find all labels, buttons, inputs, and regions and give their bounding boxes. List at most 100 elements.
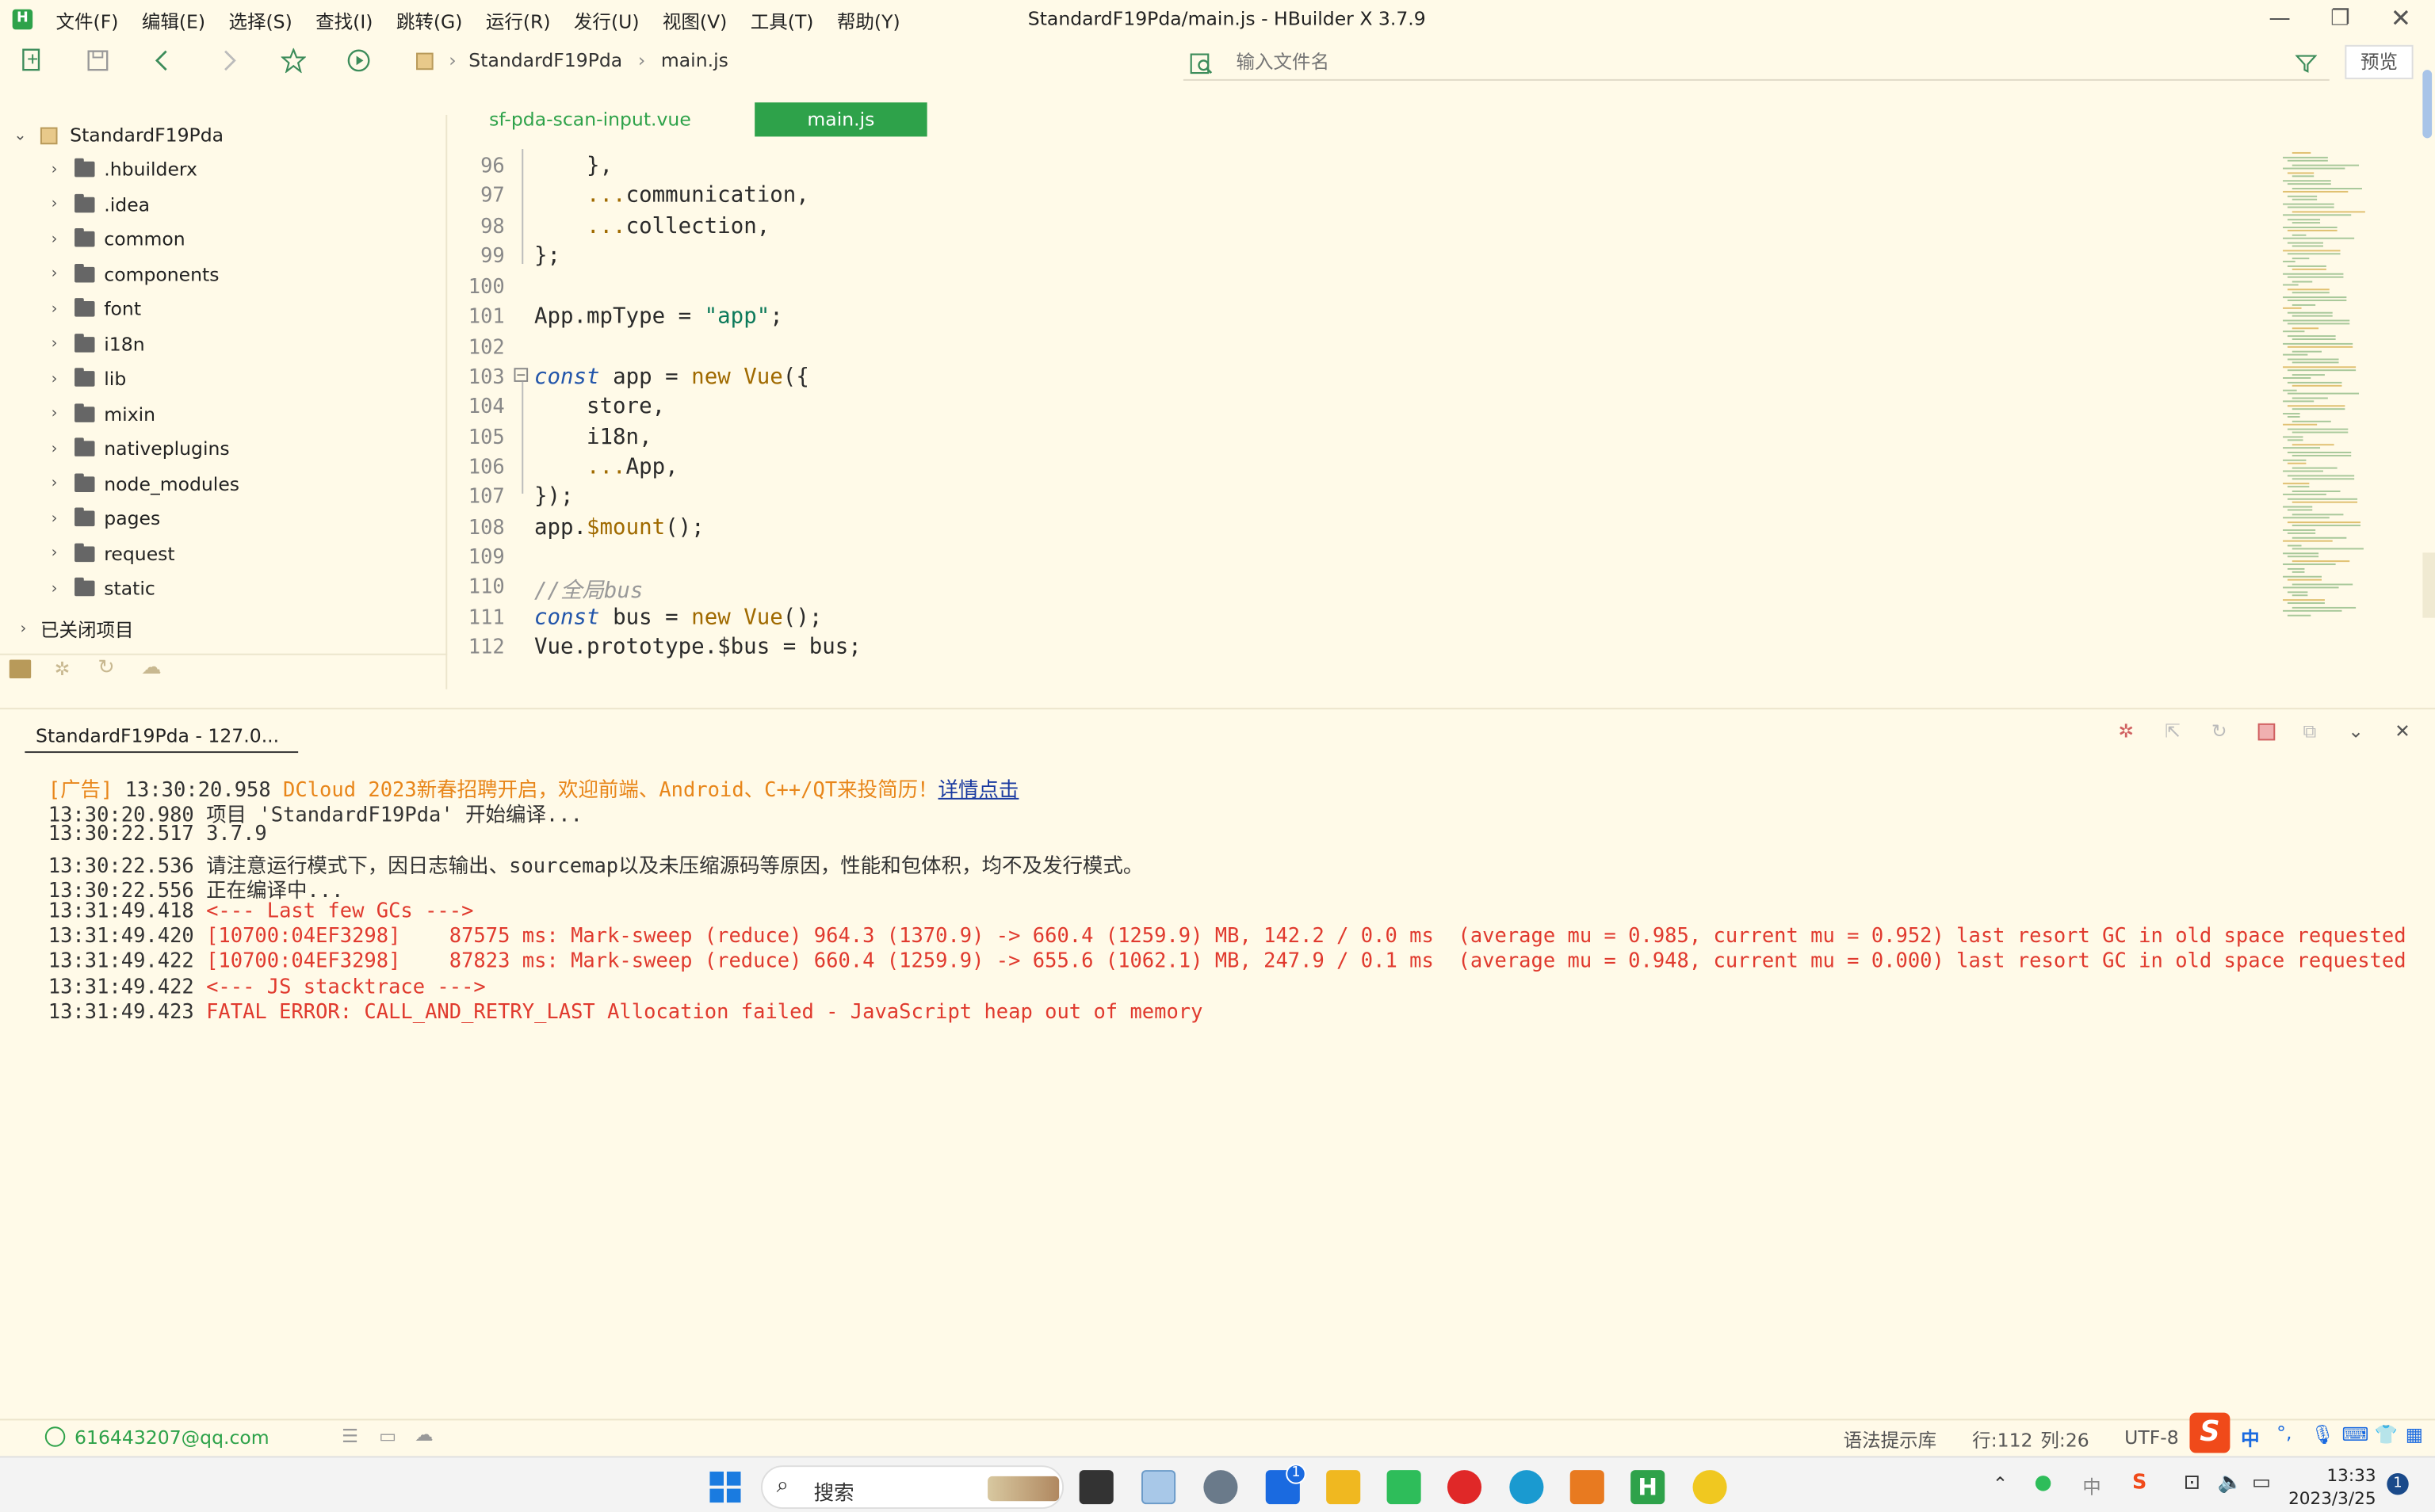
run-icon[interactable] — [345, 48, 373, 76]
netease-music-icon[interactable] — [1447, 1470, 1482, 1505]
tree-folder[interactable]: › .hbuilderx — [44, 152, 197, 186]
taskbar-search[interactable]: ⌕ 搜索 — [761, 1465, 1065, 1510]
list-icon[interactable]: ☰ — [342, 1425, 358, 1446]
fold-icon[interactable]: − — [514, 368, 529, 382]
refresh-icon[interactable]: ↻ — [97, 657, 114, 680]
new-file-icon[interactable] — [19, 48, 47, 76]
console-restart-icon[interactable]: ↻ — [2211, 720, 2227, 742]
close-console-icon[interactable]: ✕ — [2395, 720, 2410, 742]
star-icon[interactable] — [280, 47, 308, 76]
minimap-line — [2287, 311, 2333, 313]
closed-projects[interactable]: › 已关闭项目 — [13, 612, 134, 646]
code-line-103: const app = new Vue({ — [533, 365, 809, 390]
encoding[interactable]: UTF-8 — [2124, 1426, 2179, 1448]
stop-icon[interactable] — [2257, 723, 2276, 741]
breadcrumb-project[interactable]: StandardF19Pda — [468, 50, 622, 71]
microphone-icon[interactable]: 🎙 — [2311, 1423, 2334, 1445]
chevron-down-icon[interactable]: ⌄ — [2348, 720, 2364, 742]
tree-folder[interactable]: › i18n — [44, 326, 145, 361]
cursor-row[interactable]: 行:112 — [1972, 1426, 2032, 1453]
skin-icon[interactable]: 👕 — [2375, 1423, 2398, 1445]
account-label[interactable]: 616443207@qq.com — [75, 1426, 269, 1448]
toolbox-icon[interactable]: ▦ — [2406, 1423, 2423, 1445]
minimap-line — [2283, 412, 2300, 414]
cloud-icon[interactable]: ☁ — [141, 657, 161, 680]
back-icon[interactable] — [149, 48, 177, 76]
chevron-right-icon: › — [51, 370, 58, 388]
tree-folder[interactable]: › static — [44, 571, 155, 605]
debug-icon[interactable]: ✲ — [55, 659, 71, 680]
file-explorer-icon[interactable] — [1326, 1470, 1361, 1505]
minimap-line — [2283, 319, 2350, 321]
ad-detail-link[interactable]: 详情点击 — [938, 779, 1019, 802]
tab-sf-pda-scan-input[interactable]: sf-pda-scan-input.vue — [471, 102, 710, 136]
terminal-icon[interactable]: ▭ — [379, 1425, 396, 1446]
tray-chevron-up-icon[interactable]: ⌃ — [1993, 1473, 2009, 1495]
chat-app-icon[interactable] — [1692, 1470, 1727, 1505]
code-editor[interactable]: 96 97 98 99 100 101 102 103 104 105 106 107 108 109 11… — [449, 149, 2281, 689]
close-icon[interactable]: ✕ — [2385, 3, 2416, 32]
battery-icon[interactable]: ▭ — [2252, 1472, 2271, 1495]
tab-main-js[interactable]: main.js — [755, 102, 927, 137]
edge-dev-icon[interactable] — [1509, 1470, 1544, 1505]
filter-icon[interactable] — [2295, 52, 2318, 81]
editor-scrollbar[interactable] — [2422, 70, 2433, 139]
restore-icon[interactable]: ❐ — [2325, 6, 2356, 31]
fold-guide — [522, 381, 524, 494]
network-icon[interactable]: ⊡ — [2184, 1472, 2200, 1495]
editor-scrollbar-thumb[interactable] — [2422, 552, 2435, 618]
minimap-line — [2283, 540, 2333, 542]
tree-folder[interactable]: › pages — [44, 502, 160, 536]
hbuilder-taskbar-icon[interactable]: H — [1630, 1470, 1665, 1505]
sogou-ime-icon[interactable]: S — [2189, 1412, 2230, 1453]
minimize-icon[interactable]: — — [2265, 6, 2295, 31]
notification-badge[interactable]: 1 — [2387, 1472, 2409, 1495]
minimap-line — [2292, 210, 2365, 212]
terminal-app-icon[interactable] — [1079, 1470, 1114, 1505]
ime-mode[interactable]: 中 — [2241, 1425, 2260, 1451]
vmware-icon[interactable] — [1569, 1470, 1604, 1505]
keyboard-icon[interactable]: ⌨ — [2341, 1423, 2368, 1445]
tree-folder[interactable]: › common — [44, 222, 185, 256]
console-tab[interactable]: StandardF19Pda - 127.0... — [25, 719, 299, 754]
tree-folder[interactable]: › mixin — [44, 396, 155, 430]
syntax-hint[interactable]: 语法提示库 — [1844, 1426, 1937, 1453]
code-line-96: }, — [533, 153, 614, 179]
chevron-right-icon: › — [51, 230, 58, 248]
settings-gear-icon[interactable] — [1203, 1470, 1238, 1505]
tray-ime-label[interactable]: 中 — [2082, 1473, 2101, 1499]
clock-date[interactable]: 2023/3/25 — [2283, 1489, 2376, 1509]
tree-folder[interactable]: › font — [44, 292, 141, 326]
sogou-tray-icon[interactable]: S — [2132, 1472, 2146, 1495]
console-export-icon[interactable]: ⇱ — [2165, 720, 2181, 742]
explorer-icon[interactable] — [9, 659, 32, 679]
photos-app-icon[interactable] — [1141, 1470, 1176, 1505]
preview-button[interactable]: 预览 — [2345, 44, 2414, 79]
wechat-tray-icon[interactable]: ● — [2035, 1472, 2052, 1495]
minimap-line — [2292, 431, 2349, 433]
console-debug-icon[interactable]: ✲ — [2118, 720, 2134, 742]
breadcrumb-file[interactable]: main.js — [661, 50, 728, 71]
code-line-99: }; — [533, 243, 560, 269]
punctuation-icon[interactable]: °, — [2276, 1422, 2292, 1443]
file-search-input[interactable] — [1236, 51, 2169, 74]
tree-folder[interactable]: › components — [44, 257, 220, 291]
cursor-col[interactable]: 列:26 — [2040, 1426, 2089, 1453]
minimap-line — [2292, 268, 2326, 270]
tree-folder[interactable]: › lib — [44, 361, 126, 395]
tree-folder[interactable]: › .idea — [44, 187, 150, 221]
windows-start-icon[interactable] — [709, 1472, 741, 1503]
volume-icon[interactable]: 🔈 — [2218, 1472, 2243, 1495]
tree-project-root[interactable]: ⌄ StandardF19Pda — [10, 118, 224, 152]
console-open-icon[interactable]: ⧉ — [2303, 720, 2316, 743]
clock-time[interactable]: 13:33 — [2299, 1465, 2376, 1485]
forward-icon[interactable] — [214, 48, 242, 76]
tree-folder[interactable]: › request — [44, 536, 175, 571]
tree-folder[interactable]: › nativeplugins — [44, 432, 230, 466]
minimap-line — [2292, 233, 2307, 235]
save-icon[interactable] — [84, 48, 112, 76]
store-app-icon[interactable] — [1386, 1470, 1421, 1505]
cloud-sync-icon[interactable]: ☁ — [415, 1423, 434, 1445]
tree-folder[interactable]: › node_modules — [44, 467, 239, 501]
code-minimap[interactable] — [2283, 149, 2407, 630]
